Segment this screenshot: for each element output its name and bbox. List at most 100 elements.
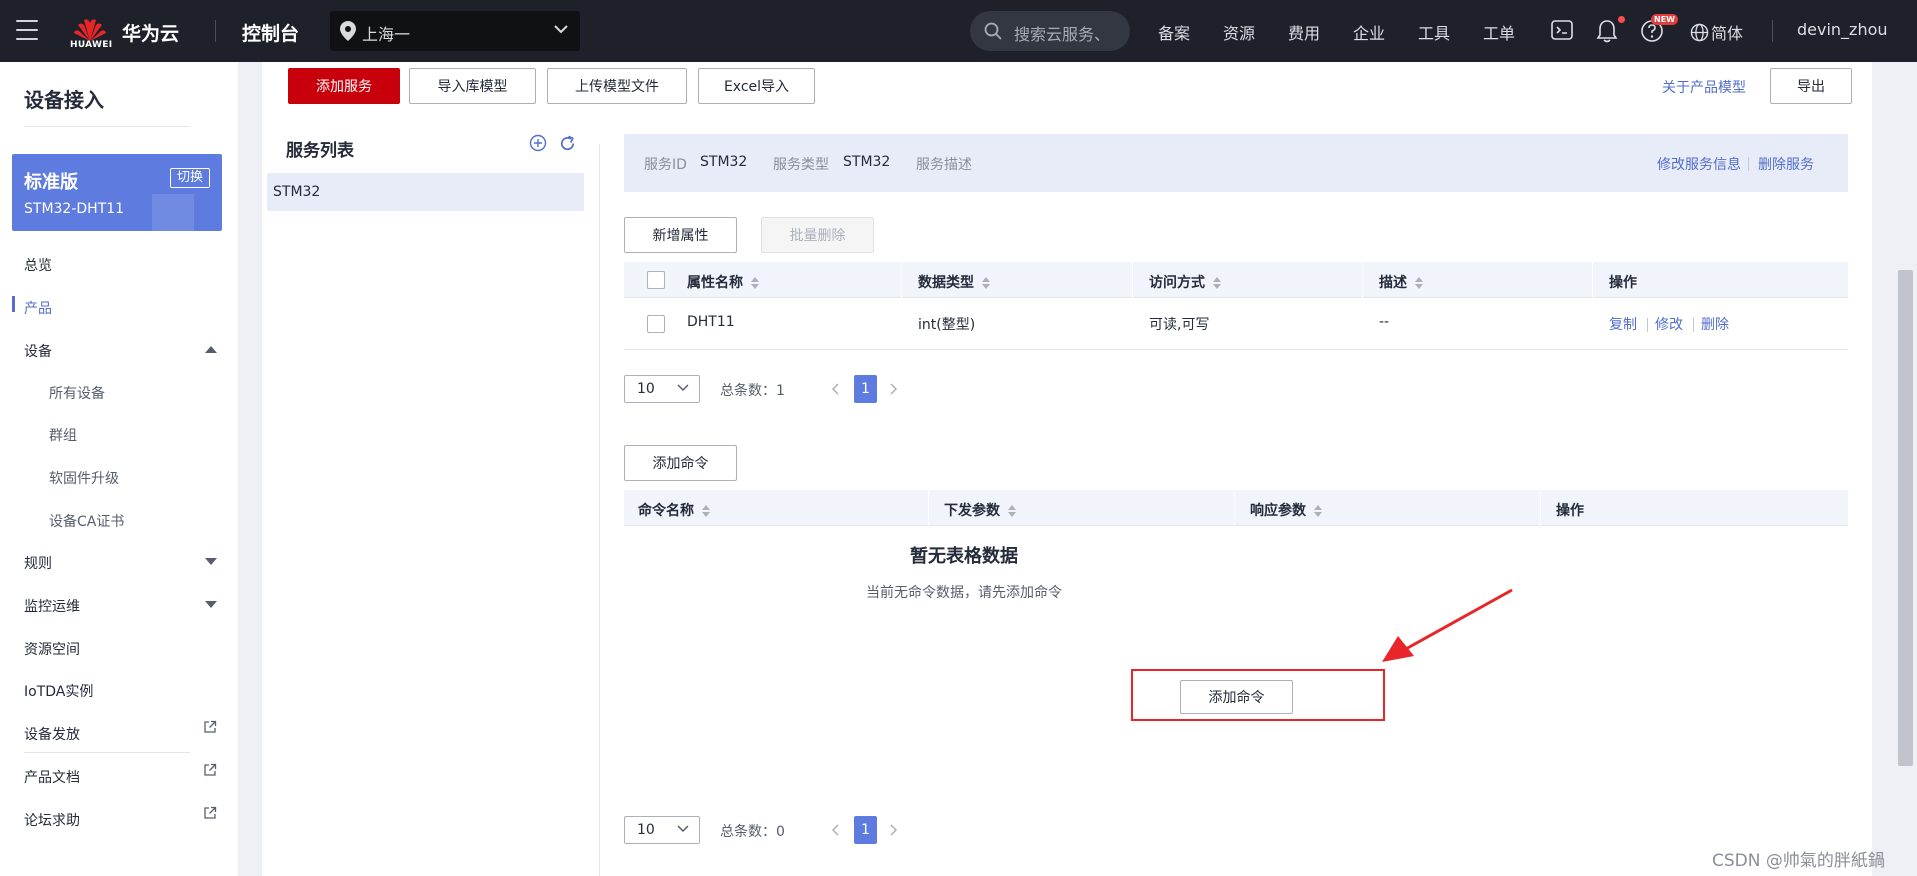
column-header[interactable]: 访问方式 <box>1149 272 1221 292</box>
add-service-button[interactable]: 添加服务 <box>288 68 400 104</box>
divider <box>24 752 190 753</box>
edition-name: 标准版 <box>24 172 78 193</box>
top-bar: HUAWEI 华为云 控制台 上海一 搜索云服务、 备案 资源 费用 企业 工具… <box>0 0 1917 62</box>
table-row: DHT11 int(整型) 可读,可写 -- 复制 修改 删除 <box>624 298 1848 350</box>
add-property-button[interactable]: 新增属性 <box>624 217 737 253</box>
row-checkbox[interactable] <box>647 315 665 333</box>
external-link-icon[interactable] <box>203 763 217 777</box>
batch-delete-button: 批量删除 <box>761 217 874 253</box>
chevron-left-icon[interactable] <box>831 824 839 836</box>
column-header[interactable]: 数据类型 <box>918 272 990 292</box>
sort-icon[interactable] <box>1314 504 1322 518</box>
sidebar-item-device-ca[interactable]: 设备CA证书 <box>49 511 124 531</box>
service-list-item[interactable]: STM32 <box>267 173 584 211</box>
sidebar-item-groups[interactable]: 群组 <box>49 425 77 445</box>
page-size-select[interactable]: 10 <box>624 816 700 844</box>
delete-service-link[interactable]: 删除服务 <box>1758 154 1814 174</box>
modify-service-link[interactable]: 修改服务信息 <box>1657 154 1741 174</box>
console-link[interactable]: 控制台 <box>242 19 299 46</box>
commands-table-header: 命令名称 下发参数 响应参数 操作 <box>624 490 1848 526</box>
nav-tools[interactable]: 工具 <box>1418 20 1450 44</box>
sort-icon[interactable] <box>702 504 710 518</box>
user-menu[interactable]: devin_zhou <box>1797 20 1888 39</box>
sort-icon[interactable] <box>982 276 990 290</box>
excel-import-button[interactable]: Excel导入 <box>698 68 815 104</box>
chevron-right-icon[interactable] <box>890 824 898 836</box>
divider <box>1592 262 1593 298</box>
export-button[interactable]: 导出 <box>1770 68 1852 104</box>
chevron-down-icon <box>677 825 689 833</box>
properties-table-header: 属性名称 数据类型 访问方式 描述 操作 <box>624 262 1848 298</box>
search-input[interactable]: 搜索云服务、 <box>970 11 1130 51</box>
sort-icon[interactable] <box>1008 504 1016 518</box>
sidebar-item-products[interactable]: 产品 <box>24 298 52 318</box>
import-model-button[interactable]: 导入库模型 <box>409 68 536 104</box>
watermark: CSDN @帅氣的胖紙鍋 <box>1712 851 1885 871</box>
column-header[interactable]: 响应参数 <box>1250 500 1322 520</box>
sidebar-item-docs[interactable]: 产品文档 <box>24 767 80 787</box>
sidebar-item-forum[interactable]: 论坛求助 <box>24 810 80 830</box>
menu-icon[interactable] <box>16 20 38 40</box>
divider <box>599 144 600 876</box>
edition-product: STM32-DHT11 <box>24 201 125 217</box>
about-model-link[interactable]: 关于产品模型 <box>1662 77 1746 97</box>
sort-icon[interactable] <box>751 276 759 290</box>
divider <box>1132 262 1133 298</box>
sidebar-item-resource-space[interactable]: 资源空间 <box>24 639 80 659</box>
brand-name[interactable]: 华为云 <box>122 19 179 46</box>
sort-icon[interactable] <box>1213 276 1221 290</box>
sort-icon[interactable] <box>1415 276 1423 290</box>
page-number[interactable]: 1 <box>854 375 877 403</box>
sidebar-item-devices[interactable]: 设备 <box>24 341 52 361</box>
sidebar-item-iotda[interactable]: IoTDA实例 <box>24 681 93 701</box>
chevron-left-icon[interactable] <box>831 383 839 395</box>
search-placeholder: 搜索云服务、 <box>1014 25 1111 44</box>
service-id-value: STM32 <box>700 154 748 170</box>
sidebar-item-firmware[interactable]: 软固件升级 <box>49 468 119 488</box>
sidebar-item-all-devices[interactable]: 所有设备 <box>49 383 105 403</box>
caret-up-icon[interactable] <box>205 345 217 353</box>
copy-link[interactable]: 复制 <box>1609 314 1637 334</box>
nav-tickets[interactable]: 工单 <box>1483 20 1515 44</box>
sidebar: 设备接入 标准版 切换 STM32-DHT11 总览 产品 设备 所有设备 群组… <box>0 62 238 876</box>
edition-switch-button[interactable]: 切换 <box>169 168 210 188</box>
property-name: DHT11 <box>687 314 735 330</box>
upload-model-button[interactable]: 上传模型文件 <box>547 68 687 104</box>
add-command-button[interactable]: 添加命令 <box>624 445 737 481</box>
caret-down-icon[interactable] <box>205 601 217 609</box>
sidebar-item-provisioning[interactable]: 设备发放 <box>24 724 80 744</box>
refresh-icon[interactable] <box>558 134 577 153</box>
region-value: 上海一 <box>362 25 411 44</box>
bell-icon[interactable] <box>1596 19 1618 43</box>
total-count: 总条数：1 <box>720 383 785 399</box>
external-link-icon[interactable] <box>203 806 217 820</box>
scrollbar-thumb[interactable] <box>1898 270 1913 766</box>
add-circle-icon[interactable] <box>529 134 547 152</box>
nav-resources[interactable]: 资源 <box>1223 20 1255 44</box>
region-selector[interactable]: 上海一 <box>330 11 580 51</box>
main-panel: 添加服务 导入库模型 上传模型文件 Excel导入 关于产品模型 导出 服务列表… <box>262 62 1872 876</box>
delete-link[interactable]: 删除 <box>1701 314 1729 334</box>
select-all-checkbox[interactable] <box>647 271 665 289</box>
page-size-select[interactable]: 10 <box>624 375 700 403</box>
nav-filing[interactable]: 备案 <box>1158 20 1190 44</box>
search-icon <box>984 22 1002 40</box>
column-header[interactable]: 属性名称 <box>687 272 759 292</box>
terminal-icon[interactable] <box>1551 19 1573 41</box>
page-number[interactable]: 1 <box>854 816 877 844</box>
external-link-icon[interactable] <box>203 720 217 734</box>
modify-link[interactable]: 修改 <box>1655 314 1683 334</box>
nav-enterprise[interactable]: 企业 <box>1353 20 1385 44</box>
service-id-label: 服务ID <box>644 157 687 173</box>
chevron-right-icon[interactable] <box>890 383 898 395</box>
column-header[interactable]: 下发参数 <box>944 500 1016 520</box>
service-type-value: STM32 <box>843 154 891 170</box>
column-header[interactable]: 命令名称 <box>638 500 710 520</box>
logo-text: HUAWEI <box>70 40 113 50</box>
nav-billing[interactable]: 费用 <box>1288 20 1320 44</box>
column-header: 操作 <box>1609 275 1637 291</box>
sidebar-item-overview[interactable]: 总览 <box>24 255 52 275</box>
annotation-arrow-icon <box>1382 588 1513 662</box>
language-selector[interactable]: 简体 <box>1690 20 1743 44</box>
column-header[interactable]: 描述 <box>1379 272 1423 292</box>
